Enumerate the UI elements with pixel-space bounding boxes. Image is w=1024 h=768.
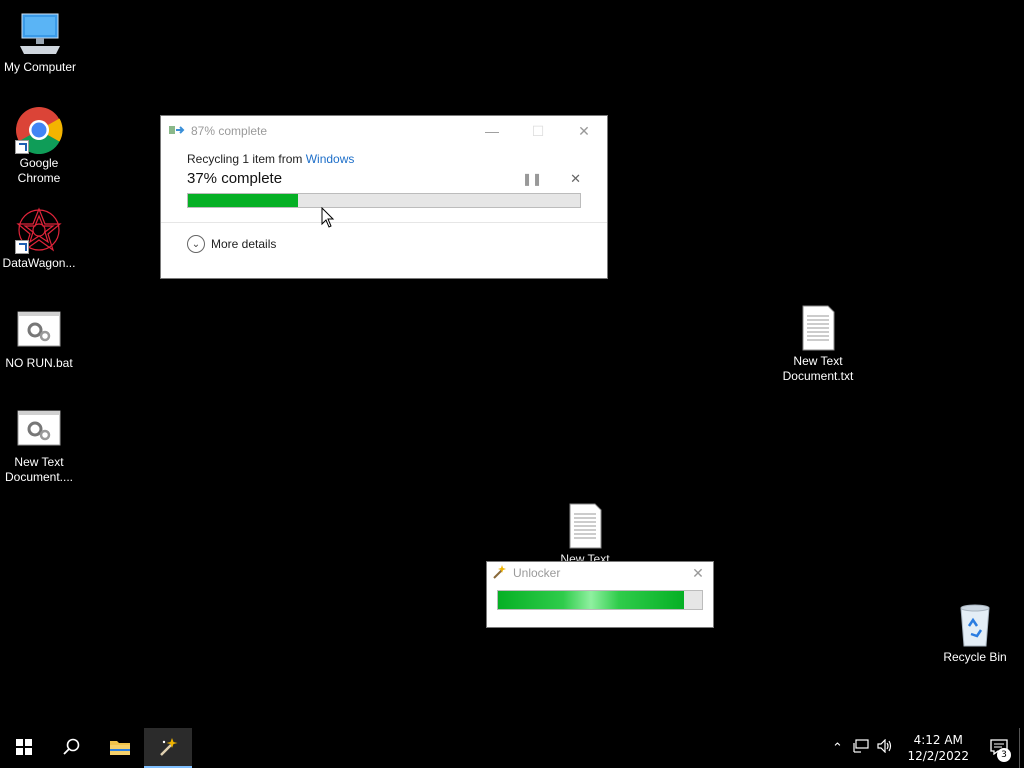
cancel-button[interactable]: ✕: [570, 171, 581, 187]
window-title: Unlocker: [513, 566, 561, 580]
recycle-progress-dialog[interactable]: 87% complete — ☐ ✕ Recycling 1 item from…: [161, 116, 607, 278]
desktop-icon-my-computer[interactable]: My Computer: [0, 10, 80, 75]
close-button[interactable]: ✕: [683, 562, 713, 584]
magic-wand-icon: [157, 736, 179, 761]
title-bar[interactable]: 87% complete — ☐ ✕: [161, 116, 607, 146]
progress-bar-fill: [498, 591, 684, 609]
show-desktop-button[interactable]: [1019, 728, 1024, 768]
show-hidden-icons-button[interactable]: ⌃: [825, 728, 849, 768]
text-file-icon: [794, 304, 842, 352]
desktop-icon-no-run-bat[interactable]: NO RUN.bat: [0, 306, 79, 371]
desktop-icon-new-text-document-bat[interactable]: New Text Document....: [0, 405, 79, 485]
text-file-icon: [561, 502, 609, 550]
computer-icon: [16, 10, 64, 58]
percent-complete-label: 37% complete: [187, 170, 283, 187]
progress-bar-fill: [188, 194, 298, 207]
unlocker-taskbar-button[interactable]: [144, 728, 192, 768]
file-move-icon: [169, 124, 185, 139]
recycle-bin-icon: [951, 600, 999, 648]
desktop-icon-label: Google Chrome: [17, 156, 61, 185]
maximize-button[interactable]: ☐: [515, 116, 561, 146]
clock-time: 4:12 AM: [913, 733, 963, 747]
search-icon: [63, 738, 81, 759]
chrome-icon: [15, 106, 63, 155]
recycle-prefix: Recycling 1 item from: [187, 152, 306, 166]
taskbar-clock[interactable]: 4:12 AM 12/2/2022: [897, 732, 979, 764]
pause-button[interactable]: ❚❚: [522, 172, 542, 186]
source-folder-link[interactable]: Windows: [306, 152, 355, 166]
start-button[interactable]: [0, 728, 48, 768]
window-title: 87% complete: [191, 124, 268, 138]
desktop-icon-label: NO RUN.bat: [5, 356, 73, 370]
file-explorer-button[interactable]: [96, 728, 144, 768]
volume-button[interactable]: [873, 728, 897, 768]
mouse-cursor-icon: [321, 206, 335, 232]
folder-icon: [109, 738, 131, 759]
search-button[interactable]: [48, 728, 96, 768]
batch-file-icon: [15, 306, 63, 354]
desktop-icon-label: DataWagon...: [2, 256, 76, 270]
desktop-icon-label: My Computer: [3, 60, 77, 74]
windows-logo-icon: [16, 738, 32, 758]
desktop-icon-google-chrome[interactable]: Google Chrome: [0, 106, 79, 186]
datawagon-icon: [15, 206, 63, 254]
magic-wand-icon: [491, 564, 507, 583]
notification-count-badge: 3: [997, 748, 1011, 762]
clock-date: 12/2/2022: [907, 749, 969, 763]
desktop-icon-label: New Text Document.txt: [782, 354, 854, 383]
shortcut-arrow-icon: [15, 140, 29, 154]
more-details-toggle[interactable]: ⌄ More details: [161, 223, 607, 265]
close-button[interactable]: ✕: [561, 116, 607, 146]
progress-bar: [497, 590, 703, 610]
desktop-icon-datawagon[interactable]: DataWagon...: [0, 206, 79, 271]
network-button[interactable]: [849, 728, 873, 768]
minimize-button[interactable]: —: [469, 116, 515, 146]
chevron-up-icon: ⌃: [832, 740, 843, 756]
chevron-down-icon: ⌄: [187, 235, 205, 253]
title-bar[interactable]: Unlocker ✕: [487, 562, 713, 584]
progress-bar: [187, 193, 581, 208]
shortcut-arrow-icon: [15, 240, 29, 254]
network-icon: [853, 739, 870, 757]
desktop-icon-recycle-bin[interactable]: Recycle Bin: [935, 600, 1015, 665]
desktop-icon-label: Recycle Bin: [943, 650, 1007, 664]
batch-file-icon: [15, 405, 63, 453]
desktop-icon-new-text-document-txt[interactable]: New Text Document.txt: [778, 304, 858, 384]
desktop-icon-label: New Text Document....: [4, 455, 74, 484]
action-center-button[interactable]: 3: [979, 728, 1019, 768]
desktop-icon-new-text[interactable]: New Text: [545, 502, 625, 567]
speaker-icon: [877, 738, 893, 757]
recycle-status-line: Recycling 1 item from Windows: [187, 152, 581, 166]
more-details-label: More details: [211, 237, 277, 251]
unlocker-dialog[interactable]: Unlocker ✕: [487, 562, 713, 627]
taskbar: ⌃ 4:12 AM 12/2/2022 3: [0, 728, 1024, 768]
